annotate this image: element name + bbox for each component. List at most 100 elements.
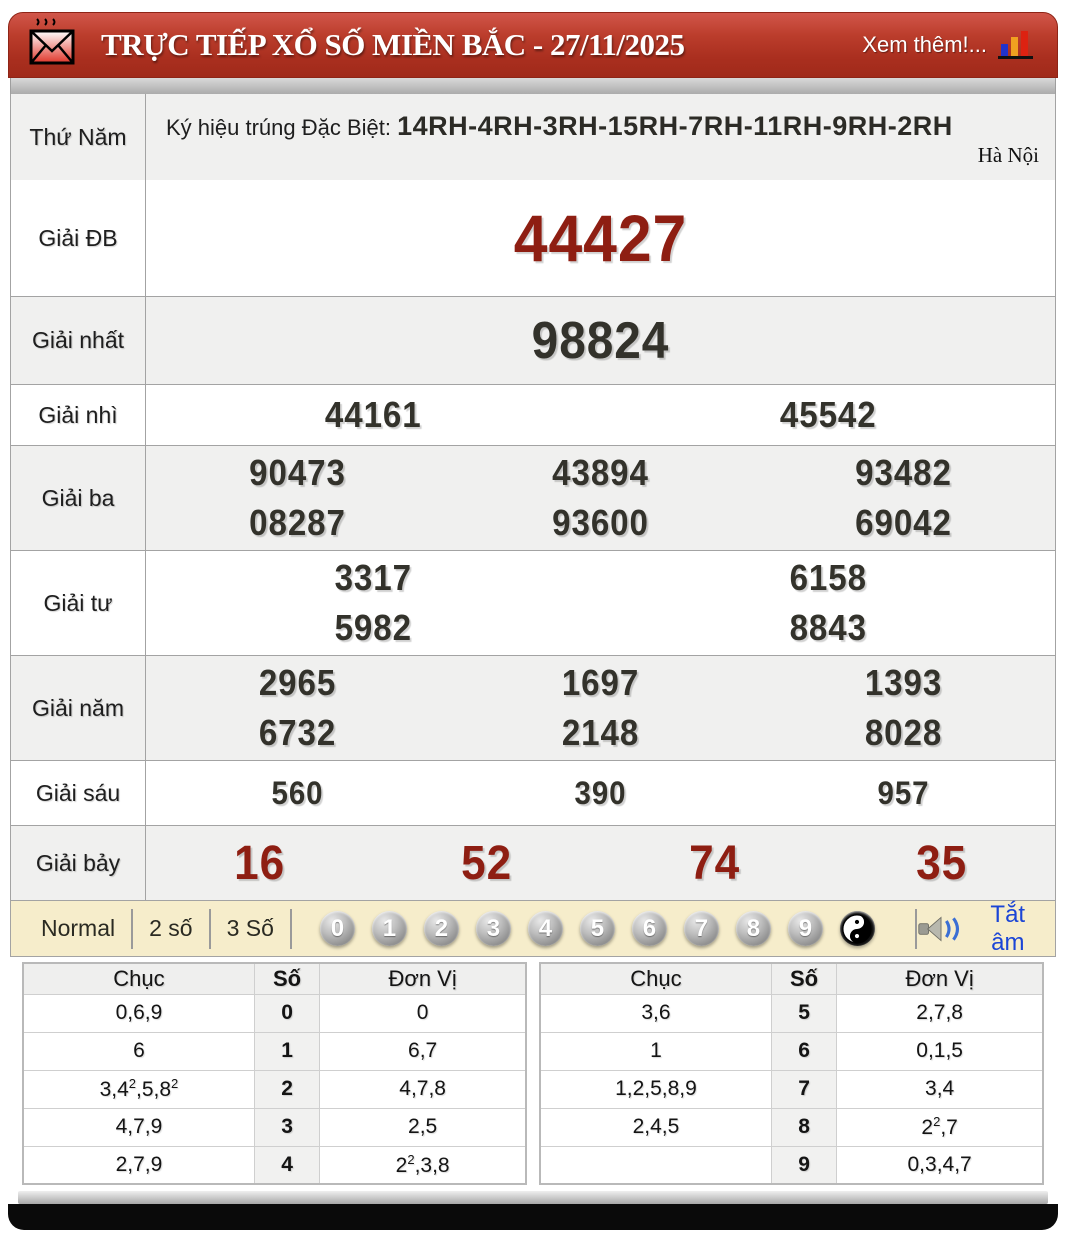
prize-label: Giải nhất xyxy=(11,297,146,384)
province-label: Hà Nội xyxy=(978,139,1039,172)
special-sign-cell: Ký hiệu trúng Đặc Biệt: 14RH-4RH-3RH-15R… xyxy=(146,94,1055,180)
prize-values: 16527435 xyxy=(146,826,1055,900)
prize-number: 560 xyxy=(158,775,437,812)
prize-number: 16 xyxy=(155,836,364,891)
column-header-so: Số xyxy=(771,963,836,994)
so-cell: 9 xyxy=(771,1146,836,1184)
chuc-cell: 3,42,5,82 xyxy=(23,1070,254,1108)
digit-row: 616,7 xyxy=(23,1032,526,1070)
prize-number: 6732 xyxy=(158,712,437,754)
prize-number: 52 xyxy=(382,836,591,891)
prize-row-g7: Giải bảy16527435 xyxy=(11,825,1055,900)
weekday-label: Thứ Năm xyxy=(11,94,146,180)
prize-label: Giải bảy xyxy=(11,826,146,900)
column-header-donvi: Đơn Vị xyxy=(320,963,526,994)
so-cell: 2 xyxy=(254,1070,319,1108)
digit-row: 3,42,5,8224,7,8 xyxy=(23,1070,526,1108)
number-ball-6[interactable]: 6 xyxy=(632,911,667,946)
number-ball-2[interactable]: 2 xyxy=(424,911,459,946)
see-more-link[interactable]: Xem thêm!... xyxy=(862,32,987,58)
mode-button-2-số[interactable]: 2 số xyxy=(133,915,208,942)
donvi-cell: 22,3,8 xyxy=(320,1146,526,1184)
donvi-cell: 3,4 xyxy=(837,1070,1043,1108)
column-header-donvi: Đơn Vị xyxy=(837,963,1043,994)
prize-values: 4416145542 xyxy=(146,385,1055,445)
number-ball-9[interactable]: 9 xyxy=(788,911,823,946)
prize-row-g6: Giải sáu 560 390 957 xyxy=(11,760,1055,825)
prize-number: 5982 xyxy=(164,607,582,649)
special-sign-value: 14RH-4RH-3RH-15RH-7RH-11RH-9RH-2RH xyxy=(397,111,953,141)
donvi-cell: 0,1,5 xyxy=(837,1032,1043,1070)
prize-label: Giải ba xyxy=(11,446,146,550)
number-ball-0[interactable]: 0 xyxy=(320,911,355,946)
chuc-cell: 1,2,5,8,9 xyxy=(540,1070,771,1108)
number-ball-4[interactable]: 4 xyxy=(528,911,563,946)
digit-row: 3,652,7,8 xyxy=(540,994,1043,1032)
donvi-cell: 6,7 xyxy=(320,1032,526,1070)
prize-number: 3317 xyxy=(164,557,582,599)
prize-number: 08287 xyxy=(158,502,437,544)
donvi-cell: 4,7,8 xyxy=(320,1070,526,1108)
prize-number: 8028 xyxy=(764,712,1043,754)
donvi-cell: 2,5 xyxy=(320,1108,526,1146)
donvi-cell: 0 xyxy=(320,994,526,1032)
digit-row: 2,7,9422,3,8 xyxy=(23,1146,526,1184)
so-cell: 7 xyxy=(771,1070,836,1108)
prize-number: 93482 xyxy=(764,452,1043,494)
mute-label: Tắt âm xyxy=(975,901,1041,957)
so-cell: 3 xyxy=(254,1108,319,1146)
bottom-frame xyxy=(8,1204,1058,1230)
so-cell: 8 xyxy=(771,1108,836,1146)
chuc-cell: 0,6,9 xyxy=(23,994,254,1032)
number-ball-3[interactable]: 3 xyxy=(476,911,511,946)
prize-number: 8843 xyxy=(619,607,1037,649)
prize-number: 2965 xyxy=(158,662,437,704)
number-ball-8[interactable]: 8 xyxy=(736,911,771,946)
donvi-cell: 0,3,4,7 xyxy=(837,1146,1043,1184)
mode-divider xyxy=(290,909,292,949)
mute-button[interactable]: Tắt âm xyxy=(917,901,1041,957)
prize-number: 6158 xyxy=(619,557,1037,599)
prize-number: 957 xyxy=(764,775,1043,812)
prize-row-g4: Giải tư3317615859828843 xyxy=(11,550,1055,655)
header-divider-strip xyxy=(10,78,1056,94)
yin-yang-icon[interactable] xyxy=(840,911,875,946)
prize-values: 98824 xyxy=(146,297,1055,384)
chuc-cell: 2,7,9 xyxy=(23,1146,254,1184)
prize-number: 1393 xyxy=(764,662,1043,704)
chuc-cell: 1 xyxy=(540,1032,771,1070)
digit-row: 160,1,5 xyxy=(540,1032,1043,1070)
bottom-silver-strip xyxy=(18,1191,1048,1204)
chuc-cell: 4,7,9 xyxy=(23,1108,254,1146)
number-ball-1[interactable]: 1 xyxy=(372,911,407,946)
mode-button-normal[interactable]: Normal xyxy=(25,915,131,942)
prize-values: 296516971393673221488028 xyxy=(146,656,1055,760)
donvi-cell: 2,7,8 xyxy=(837,994,1043,1032)
prize-label: Giải ĐB xyxy=(11,180,146,296)
digit-row: 1,2,5,8,973,4 xyxy=(540,1070,1043,1108)
toolbar: Normal2 số3 Số 0123456789 Tắt âm xyxy=(10,901,1056,957)
so-cell: 5 xyxy=(771,994,836,1032)
results-table: Thứ Năm Ký hiệu trúng Đặc Biệt: 14RH-4RH… xyxy=(10,94,1056,901)
so-cell: 6 xyxy=(771,1032,836,1070)
hot-envelope-icon xyxy=(29,17,75,73)
column-header-chuc: Chục xyxy=(540,963,771,994)
prize-number: 90473 xyxy=(158,452,437,494)
prize-number: 98824 xyxy=(182,311,1018,371)
lottery-widget: TRỰC TIẾP XỔ SỐ MIỀN BẮC - 27/11/2025 Xe… xyxy=(8,12,1058,1230)
digit-row: 4,7,932,5 xyxy=(23,1108,526,1146)
so-cell: 0 xyxy=(254,994,319,1032)
number-ball-5[interactable]: 5 xyxy=(580,911,615,946)
prize-number: 390 xyxy=(461,775,740,812)
page-title: TRỰC TIẾP XỔ SỐ MIỀN BẮC - 27/11/2025 xyxy=(101,27,685,63)
mode-button-3-số[interactable]: 3 Số xyxy=(211,915,290,942)
chuc-cell xyxy=(540,1146,771,1184)
prize-label: Giải sáu xyxy=(11,761,146,825)
prize-number: 93600 xyxy=(461,502,740,544)
prize-number: 44427 xyxy=(182,200,1018,276)
chuc-cell: 6 xyxy=(23,1032,254,1070)
prize-row-g2: Giải nhì4416145542 xyxy=(11,384,1055,445)
number-ball-7[interactable]: 7 xyxy=(684,911,719,946)
column-header-so: Số xyxy=(254,963,319,994)
prize-number: 35 xyxy=(837,836,1046,891)
